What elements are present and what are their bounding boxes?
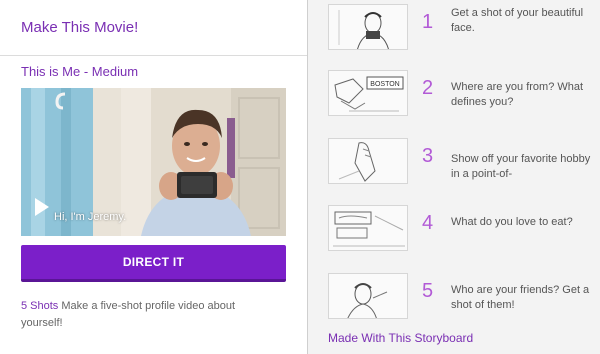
storyboard-shot[interactable]: 1 Get a shot of your beautiful face. — [328, 4, 600, 52]
shot-number: 5 — [422, 280, 434, 302]
shot-sketch-thumbnail — [328, 273, 408, 319]
play-icon[interactable] — [35, 198, 49, 216]
storyboard-shot[interactable]: 3 Show off your favorite hobby in a poin… — [328, 138, 600, 186]
shot-number: 4 — [422, 212, 434, 234]
panel-header: Make This Movie! — [0, 0, 308, 56]
storyboard-shot[interactable]: 5 Who are your friends? Get a shot of th… — [328, 273, 600, 321]
shots-count: 5 Shots — [21, 300, 59, 312]
boston-sign-text: BOSTON — [370, 81, 399, 88]
movie-panel: Make This Movie! This is Me - Medium Hi,… — [0, 0, 308, 354]
video-title: This is Me - Medium — [21, 64, 139, 79]
shot-description: Where are you from? What defines you? — [451, 81, 584, 108]
shot-number: 3 — [422, 145, 434, 167]
video-player[interactable]: Hi, I'm Jeremy. — [21, 88, 286, 236]
storyboard-shot[interactable]: BOSTON 2 Where are you from? What define… — [328, 70, 600, 118]
shot-sketch-thumbnail — [328, 4, 408, 50]
made-with-storyboard-link[interactable]: Made With This Storyboard — [328, 331, 473, 345]
shot-number: 2 — [422, 77, 434, 99]
shot-description: Show off your favorite hobby in a point-… — [451, 153, 591, 180]
shot-description: Get a shot of your beautiful face. — [451, 7, 584, 34]
shot-sketch-thumbnail — [328, 205, 408, 251]
shot-sketch-thumbnail — [328, 138, 408, 184]
shot-sketch-thumbnail: BOSTON — [328, 70, 408, 116]
movie-description: 5 Shots Make a five-shot profile video a… — [21, 298, 271, 332]
storyboard-panel: 1 Get a shot of your beautiful face. BOS… — [308, 0, 600, 354]
direct-it-button[interactable]: DIRECT IT — [21, 245, 286, 282]
page-title: Make This Movie! — [21, 19, 139, 36]
video-caption: Hi, I'm Jeremy. — [54, 211, 127, 223]
storyboard-shot[interactable]: 4 What do you love to eat? — [328, 205, 600, 253]
shot-description: What do you love to eat? — [451, 216, 573, 228]
shot-description: Who are your friends? Get a shot of them… — [451, 284, 590, 311]
shot-number: 1 — [422, 11, 434, 33]
